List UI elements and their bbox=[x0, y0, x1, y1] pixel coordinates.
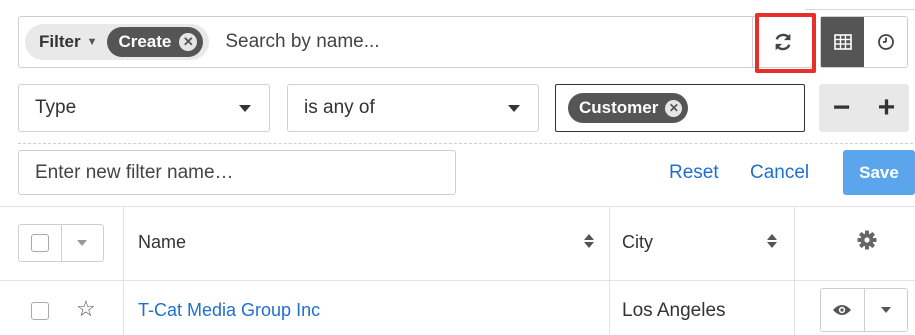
filter-dropdown-button[interactable]: Filter ▼ Create ✕ bbox=[25, 24, 210, 60]
filter-value-tag[interactable]: Customer ✕ bbox=[568, 93, 689, 123]
select-all-cell[interactable] bbox=[19, 225, 61, 261]
gear-icon[interactable] bbox=[857, 230, 877, 250]
filter-row-actions: − + bbox=[819, 84, 909, 132]
record-city: Los Angeles bbox=[622, 300, 726, 321]
mass-select-control bbox=[18, 224, 104, 262]
mass-action-dropdown[interactable] bbox=[60, 225, 103, 261]
sort-icon[interactable] bbox=[584, 233, 594, 249]
column-divider bbox=[794, 206, 795, 335]
search-filter-bar: Filter ▼ Create ✕ bbox=[18, 16, 813, 68]
star-icon[interactable]: ☆ bbox=[76, 296, 96, 322]
dashed-divider bbox=[18, 143, 913, 144]
caret-down-icon bbox=[880, 307, 891, 313]
filter-value-tag-label: Customer bbox=[579, 98, 659, 117]
row-select-checkbox[interactable] bbox=[31, 302, 49, 320]
column-header-city[interactable]: City bbox=[622, 232, 653, 253]
select-all-checkbox[interactable] bbox=[30, 234, 49, 252]
activity-stream-button[interactable] bbox=[864, 17, 907, 67]
column-header-name[interactable]: Name bbox=[138, 232, 186, 253]
filter-field-value: Type bbox=[35, 97, 77, 118]
save-button[interactable]: Save bbox=[843, 150, 915, 195]
clock-icon bbox=[877, 34, 894, 50]
search-input[interactable] bbox=[225, 31, 706, 53]
caret-down-icon bbox=[77, 240, 88, 246]
active-filter-label: Create bbox=[118, 32, 172, 51]
eye-icon bbox=[833, 305, 852, 315]
refresh-highlight-box bbox=[755, 13, 816, 73]
column-divider bbox=[123, 206, 124, 335]
reset-button[interactable]: Reset bbox=[669, 162, 719, 184]
filter-name-input[interactable] bbox=[18, 150, 456, 195]
remove-tag-icon[interactable]: ✕ bbox=[665, 99, 683, 117]
row-action-dropdown[interactable] bbox=[863, 289, 907, 331]
caret-down-icon bbox=[239, 105, 251, 112]
column-divider bbox=[609, 206, 610, 335]
list-view-button[interactable] bbox=[821, 17, 864, 67]
remove-filter-row-button[interactable]: − bbox=[819, 84, 864, 132]
cancel-button[interactable]: Cancel bbox=[750, 162, 809, 184]
filter-operator-select[interactable]: is any of bbox=[287, 84, 539, 132]
filter-operator-value: is any of bbox=[304, 97, 375, 118]
active-filter-pill[interactable]: Create ✕ bbox=[107, 27, 204, 57]
add-filter-row-button[interactable]: + bbox=[864, 84, 909, 132]
record-name-link[interactable]: T-Cat Media Group Inc bbox=[138, 300, 320, 321]
table-header-border bbox=[0, 280, 915, 281]
caret-down-icon bbox=[508, 105, 520, 112]
top-cropped-strip bbox=[0, 0, 915, 10]
table-top-border bbox=[0, 206, 915, 207]
chevron-down-icon: ▼ bbox=[86, 36, 98, 48]
remove-filter-icon[interactable]: ✕ bbox=[179, 33, 198, 51]
row-actions bbox=[820, 288, 908, 332]
filter-label: Filter bbox=[39, 32, 81, 51]
filter-value-input[interactable]: Customer ✕ bbox=[555, 84, 805, 132]
table-icon bbox=[833, 34, 852, 50]
filter-field-select[interactable]: Type bbox=[18, 84, 270, 132]
divider bbox=[805, 0, 915, 10]
sort-icon[interactable] bbox=[767, 233, 777, 249]
preview-button[interactable] bbox=[821, 289, 864, 331]
view-toggle bbox=[820, 16, 908, 68]
